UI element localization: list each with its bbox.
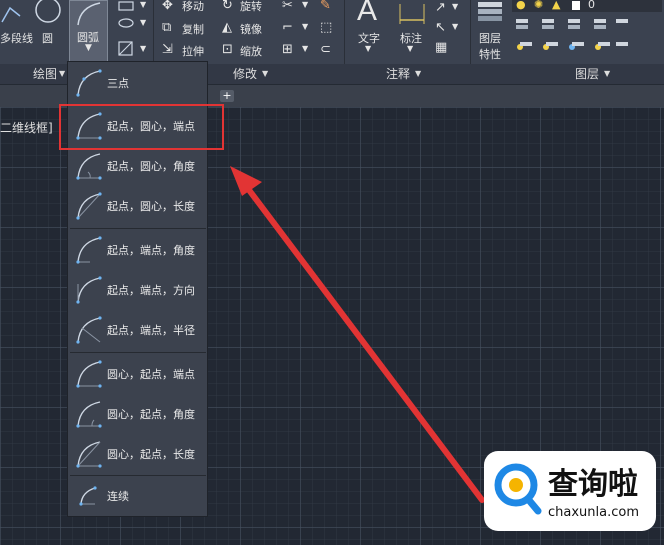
watermark-url: chaxunla.com <box>548 505 639 520</box>
watermark-name: 查询啦 <box>548 467 638 502</box>
search-icon <box>494 463 542 515</box>
watermark-logo: 查询啦 chaxunla.com <box>484 451 656 531</box>
